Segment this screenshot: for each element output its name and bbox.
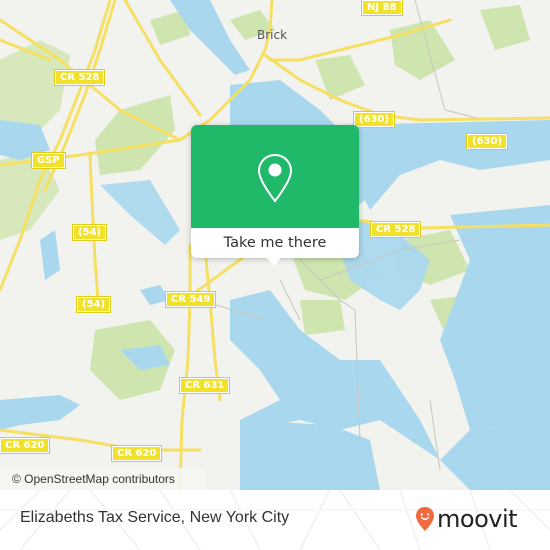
map[interactable]: Brick NJ 88 CR 528 GSP (630) (630) (54) … — [0, 0, 550, 490]
map-pin-icon — [257, 153, 293, 203]
road-shield-cr549: CR 549 — [166, 292, 216, 307]
popup-header — [191, 125, 359, 228]
road-shield-54: (54) — [77, 297, 111, 312]
road-shield-cr631: CR 631 — [180, 378, 230, 393]
road-shield-nj88: NJ 88 — [362, 0, 402, 15]
moovit-logo[interactable]: moovit — [415, 505, 518, 533]
road-shield-cr620: CR 620 — [0, 438, 50, 453]
moovit-wordmark: moovit — [437, 505, 518, 533]
road-shield-gsp: GSP — [32, 153, 65, 168]
road-shield-cr528: CR 528 — [371, 222, 421, 237]
location-title: Elizabeths Tax Service, New York City — [20, 509, 290, 526]
footer: Elizabeths Tax Service, New York City mo… — [0, 490, 550, 550]
road-shield-cr620: CR 620 — [112, 446, 162, 461]
map-attribution[interactable]: © OpenStreetMap contributors — [0, 468, 205, 490]
road-shield-630: (630) — [467, 134, 508, 149]
popup-pointer — [267, 258, 281, 266]
road-shield-54: (54) — [73, 225, 107, 240]
take-me-there-button[interactable]: Take me there — [191, 228, 359, 258]
road-shield-630: (630) — [354, 112, 395, 127]
location-popup: Take me there — [191, 125, 359, 266]
road-shield-cr528: CR 528 — [55, 70, 105, 85]
moovit-pin-face-icon — [416, 507, 434, 531]
place-label-brick: Brick — [257, 28, 288, 42]
